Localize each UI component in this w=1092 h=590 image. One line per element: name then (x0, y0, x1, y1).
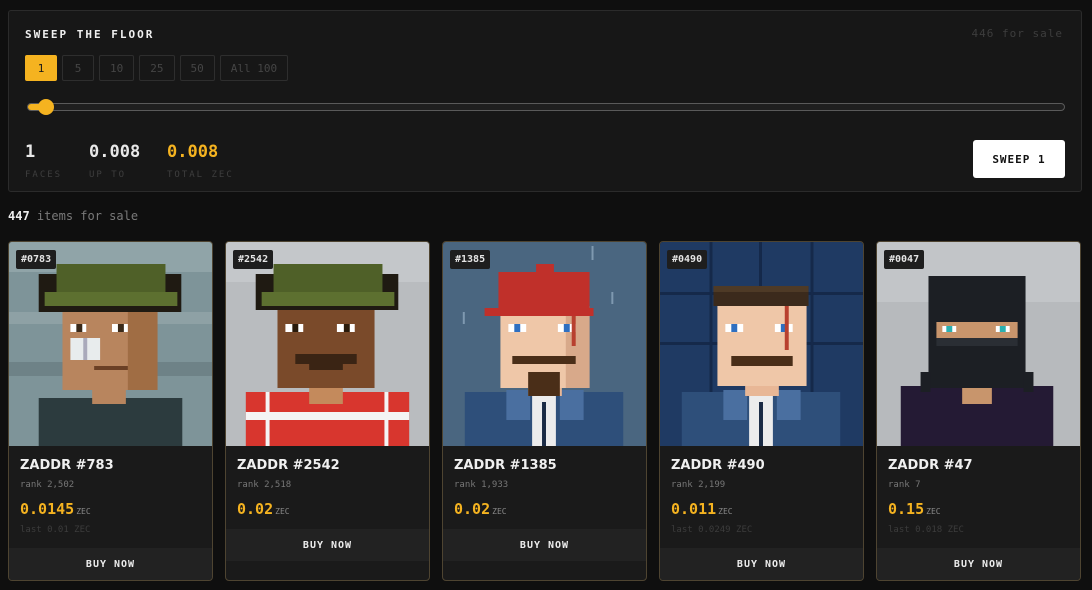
total-stat: 0.008 TOTAL ZEC (167, 142, 234, 180)
buy-now-button[interactable]: BUY NOW (226, 529, 429, 561)
buy-now-button[interactable]: BUY NOW (9, 548, 212, 580)
nft-portrait-image: #2542 (226, 242, 429, 446)
upto-value: 0.008 (89, 142, 141, 162)
price-unit: ZEC (926, 507, 941, 516)
price-unit: ZEC (275, 507, 290, 516)
faces-label: FACES (25, 170, 63, 180)
items-count-value: 447 (8, 209, 30, 223)
quantity-25-button[interactable]: 25 (139, 55, 175, 81)
card-name: ZADDR #490 (671, 458, 765, 473)
last-sale: last 0.0249 ZEC (671, 525, 753, 535)
total-label: TOTAL ZEC (167, 170, 234, 180)
price-value: 0.02 (237, 500, 274, 518)
quantity-selector: 1 5 10 25 50 All 100 (25, 55, 289, 81)
nft-card[interactable]: #0047 ZADDR #47 rank 7 0.15 ZEC last 0.01… (876, 241, 1081, 581)
card-name: ZADDR #783 (20, 458, 114, 473)
price-unit: ZEC (718, 507, 733, 516)
nft-card[interactable]: #1385 ZADDR #1385 rank 1,933 0.02 ZEC BUY… (442, 241, 647, 581)
quantity-all-button[interactable]: All 100 (219, 55, 289, 81)
slider-thumb[interactable] (38, 99, 55, 115)
nft-portrait-image: #0490 (660, 242, 863, 446)
total-value: 0.008 (167, 142, 219, 162)
sweep-title: SWEEP THE FLOOR (25, 28, 155, 41)
quantity-10-button[interactable]: 10 (99, 55, 135, 81)
nft-card[interactable]: #0783 ZADDR #783 rank 2,502 0.0145 ZEC la… (8, 241, 213, 581)
for-sale-count: 446 for sale (971, 27, 1063, 40)
token-id-badge: #0783 (16, 250, 57, 269)
card-price: 0.011 ZEC (671, 500, 733, 518)
card-name: ZADDR #47 (888, 458, 973, 473)
card-rank: rank 7 (888, 480, 921, 490)
sweep-slider[interactable] (27, 99, 1065, 115)
buy-now-button[interactable]: BUY NOW (443, 529, 646, 561)
faces-value: 1 (25, 142, 36, 162)
nft-card[interactable]: #2542 ZADDR #2542 rank 2,518 0.02 ZEC BUY… (225, 241, 430, 581)
price-value: 0.02 (454, 500, 491, 518)
sweep-panel: SWEEP THE FLOOR 446 for sale 1 5 10 25 5… (8, 10, 1082, 192)
sweep-button[interactable]: SWEEP 1 (973, 140, 1065, 178)
quantity-5-button[interactable]: 5 (62, 55, 94, 81)
quantity-50-button[interactable]: 50 (179, 55, 215, 81)
token-id-badge: #1385 (450, 250, 491, 269)
items-count-suffix: items for sale (36, 209, 139, 223)
buy-now-button[interactable]: BUY NOW (660, 548, 863, 580)
card-price: 0.02 ZEC (237, 500, 290, 518)
upto-stat: 0.008 UP TO (89, 142, 140, 180)
card-rank: rank 2,199 (671, 480, 726, 490)
price-unit: ZEC (76, 507, 91, 516)
token-id-badge: #0490 (667, 250, 708, 269)
card-rank: rank 1,933 (454, 480, 509, 490)
price-value: 0.15 (888, 500, 925, 518)
buy-now-button[interactable]: BUY NOW (877, 548, 1080, 580)
card-rank: rank 2,502 (20, 480, 75, 490)
card-rank: rank 2,518 (237, 480, 292, 490)
price-value: 0.0145 (20, 500, 75, 518)
nft-portrait-image: #0783 (9, 242, 212, 446)
items-for-sale: 447 items for sale (8, 209, 138, 223)
price-value: 0.011 (671, 500, 717, 518)
card-name: ZADDR #2542 (237, 458, 340, 473)
quantity-1-button[interactable]: 1 (25, 55, 57, 81)
price-unit: ZEC (492, 507, 507, 516)
card-name: ZADDR #1385 (454, 458, 557, 473)
nft-card[interactable]: #0490 ZADDR #490 rank 2,199 0.011 ZEC las… (659, 241, 864, 581)
card-price: 0.15 ZEC (888, 500, 941, 518)
last-sale: last 0.01 ZEC (20, 525, 91, 535)
token-id-badge: #0047 (884, 250, 925, 269)
nft-portrait-image: #0047 (877, 242, 1080, 446)
card-price: 0.02 ZEC (454, 500, 507, 518)
token-id-badge: #2542 (233, 250, 274, 269)
card-price: 0.0145 ZEC (20, 500, 91, 518)
upto-label: UP TO (89, 170, 127, 180)
last-sale: last 0.018 ZEC (888, 525, 964, 535)
faces-stat: 1 FACES (25, 142, 62, 180)
nft-portrait-image: #1385 (443, 242, 646, 446)
